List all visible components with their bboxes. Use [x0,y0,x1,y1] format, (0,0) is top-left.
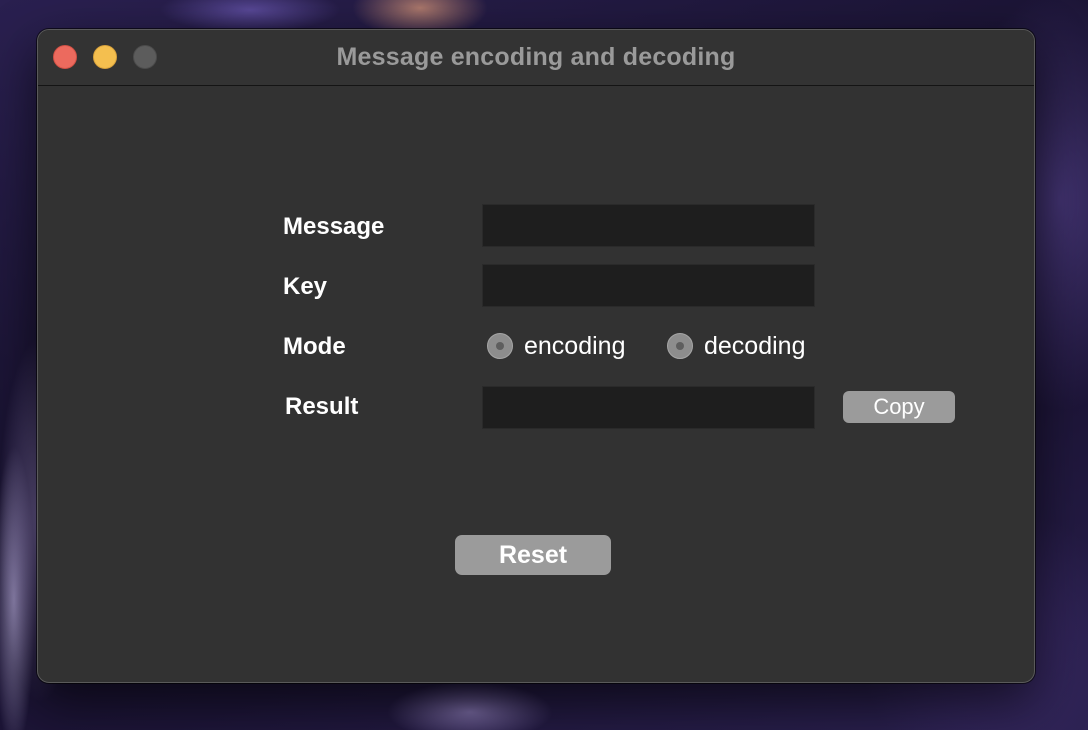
decoding-radio-option[interactable]: decoding [667,331,805,361]
result-label: Result [285,393,359,420]
key-input[interactable] [482,264,815,307]
radio-dot [676,342,684,350]
message-input[interactable] [482,204,815,247]
mode-label: Mode [283,333,346,360]
window-title: Message encoding and decoding [336,43,736,71]
reset-button[interactable]: Reset [455,535,611,575]
decoding-radio-label: decoding [704,332,806,360]
encoding-radio-label: encoding [524,332,626,360]
message-label: Message [283,213,385,240]
result-output[interactable] [482,386,815,429]
encoding-radio-option[interactable]: encoding [487,331,625,361]
key-label: Key [283,273,328,300]
encoding-radio-button[interactable] [487,333,513,359]
decoding-radio-button[interactable] [667,333,693,359]
app-window: Message encoding and decoding Message Ke… [37,29,1035,683]
title-bar[interactable]: Message encoding and decoding [38,30,1034,86]
radio-dot [496,342,504,350]
copy-button[interactable]: Copy [843,391,955,423]
